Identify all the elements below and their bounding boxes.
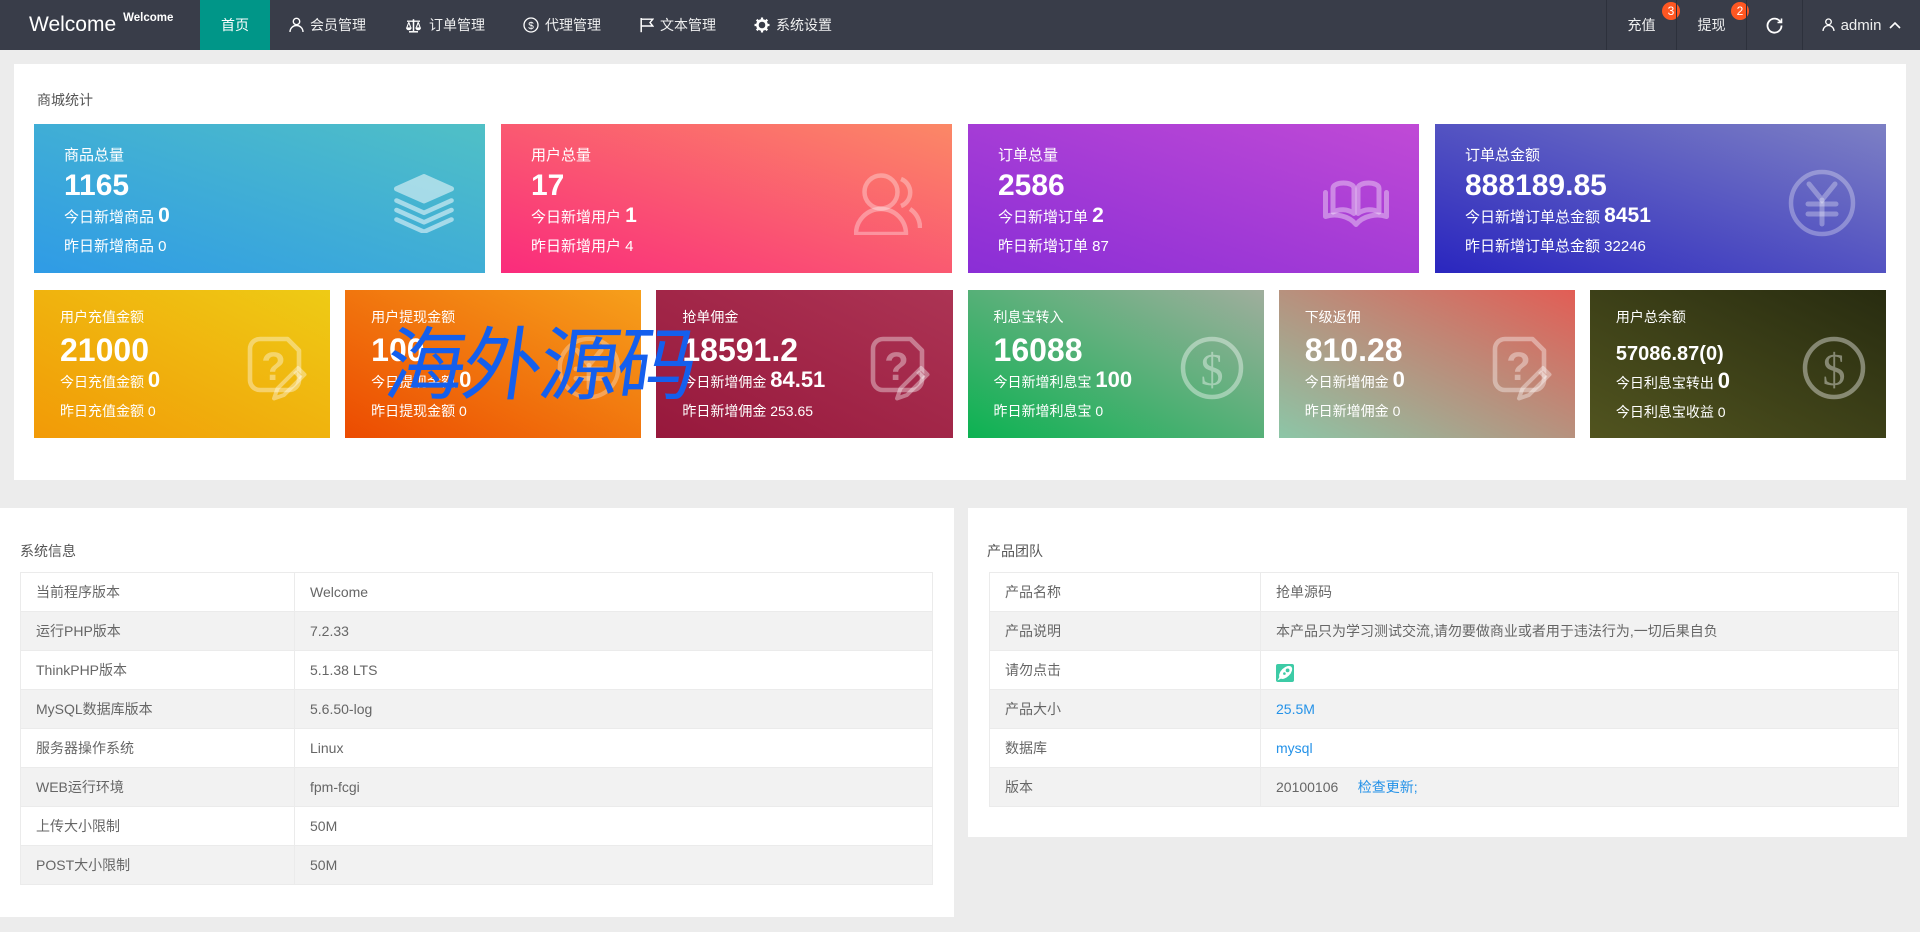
svg-text:$: $ bbox=[528, 21, 534, 32]
svg-text:$: $ bbox=[1823, 344, 1846, 395]
svg-text:$: $ bbox=[1200, 344, 1223, 395]
